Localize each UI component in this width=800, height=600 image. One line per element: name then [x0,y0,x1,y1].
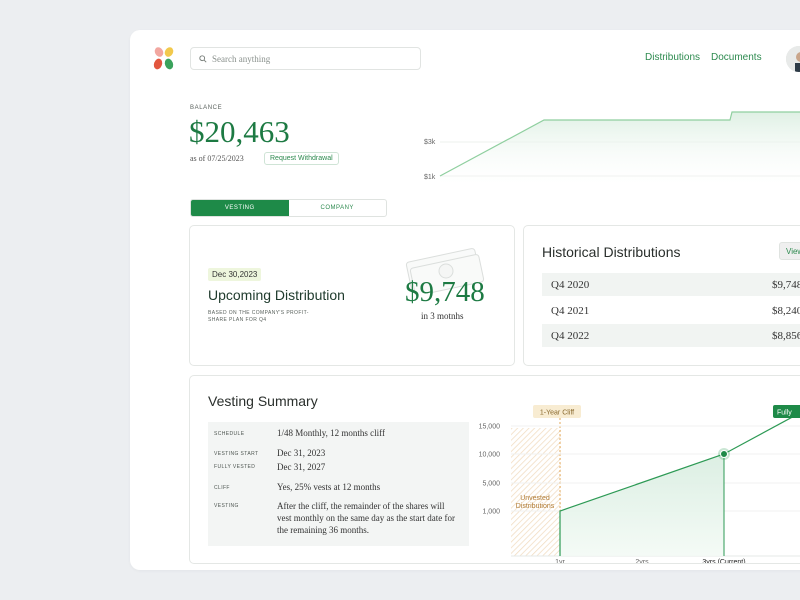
upcoming-distribution-card: Dec 30,2023 Upcoming Distribution BASED … [189,225,515,366]
schedule-label: SCHEDULE [214,431,245,437]
vested-area [560,454,724,556]
current-point [720,450,728,458]
quarter-cell: Q4 2020 [551,278,590,291]
search-input[interactable] [212,53,402,64]
vesting-value: After the cliff, the remainder of the sh… [277,501,455,535]
upcoming-subtitle: BASED ON THE COMPANY'S PROFIT-SHARE PLAN… [208,310,309,323]
search-icon [199,54,207,63]
schedule-value: 1/48 Monthly, 12 months cliff [277,428,385,438]
x-tick-label: 2yrs [635,559,649,564]
vesting-chart: 15,000 10,000 5,000 1,000 1yr 2yrs 3yrs (Curre… [479,405,800,564]
user-avatar-icon [786,46,800,72]
balance-as-of: as of 07/25/2023 [190,154,244,163]
vesting-label: VESTING [214,503,239,509]
balance-area [440,112,800,190]
cliff-value: Yes, 25% vests at 12 months [277,482,381,492]
historical-title: Historical Distributions [542,244,681,260]
unvested-annotation-line2: Distributions [516,503,555,510]
value-cell: $8,240 [772,304,800,317]
y-tick-label: 1,000 [482,509,500,516]
search-box[interactable] [190,47,421,70]
view-tabs: VESTING COMPANY [190,199,387,217]
table-row[interactable]: Q4 2020 $9,748 [542,273,800,296]
vesting-start-value: Dec 31, 2023 [277,448,326,458]
vesting-schedule-panel: SCHEDULE 1/48 Monthly, 12 months cliff V… [208,422,469,546]
vesting-summary-card: Vesting Summary SCHEDULE 1/48 Monthly, 1… [189,375,800,564]
fully-annotation: Fully [777,410,792,417]
balance-value: $20,463 [189,114,290,149]
avatar[interactable] [786,46,800,72]
x-tick-label: 3yrs (Current) [702,559,745,564]
balance-chart: $3k $1k [424,111,800,190]
view-button[interactable]: View [779,242,800,260]
vesting-title: Vesting Summary [208,393,318,409]
unvested-region [511,428,561,556]
vesting-start-label: VESTING START [214,451,259,457]
cliff-annotation: 1-Year Cliff [540,410,574,417]
value-cell: $9,748 [772,278,800,291]
x-tick-label: 1yr [555,559,565,564]
nav-documents-link[interactable]: Documents [711,52,762,63]
logo-icon [153,47,174,70]
distribution-date-badge: Dec 30,2023 [208,268,262,281]
cliff-label: CLIFF [214,485,230,491]
request-withdrawal-button[interactable]: Request Withdrawal [264,152,339,165]
quarter-cell: Q4 2022 [551,329,590,342]
upcoming-amount: $9,748 [405,276,485,308]
y-tick-label: 15,000 [479,424,501,431]
historical-distributions-card: Historical Distributions View Q4 2020 $9… [523,225,800,366]
upcoming-title: Upcoming Distribution [208,287,345,303]
upcoming-timeframe: in 3 motnhs [421,311,464,321]
table-row[interactable]: Q4 2022 $8,856 [542,324,800,347]
fully-vested-label: FULLY VESTED [214,464,256,470]
y-tick-1k: $1k [424,174,436,181]
tab-company[interactable]: COMPANY [289,200,387,216]
y-tick-label: 10,000 [479,452,501,459]
balance-label: BALANCE [190,105,223,111]
fully-vested-value: Dec 31, 2027 [277,462,326,472]
y-tick-3k: $3k [424,139,436,146]
y-tick-label: 5,000 [482,481,500,488]
app-window: Distributions Documents BALANCE $20,463 … [130,30,800,570]
table-row[interactable]: Q4 2021 $8,240 [542,299,800,322]
nav-distributions-link[interactable]: Distributions [645,52,700,63]
value-cell: $8,856 [772,329,800,342]
quarter-cell: Q4 2021 [551,304,590,317]
tab-vesting[interactable]: VESTING [191,200,289,216]
unvested-annotation-line1: Unvested [520,495,550,502]
